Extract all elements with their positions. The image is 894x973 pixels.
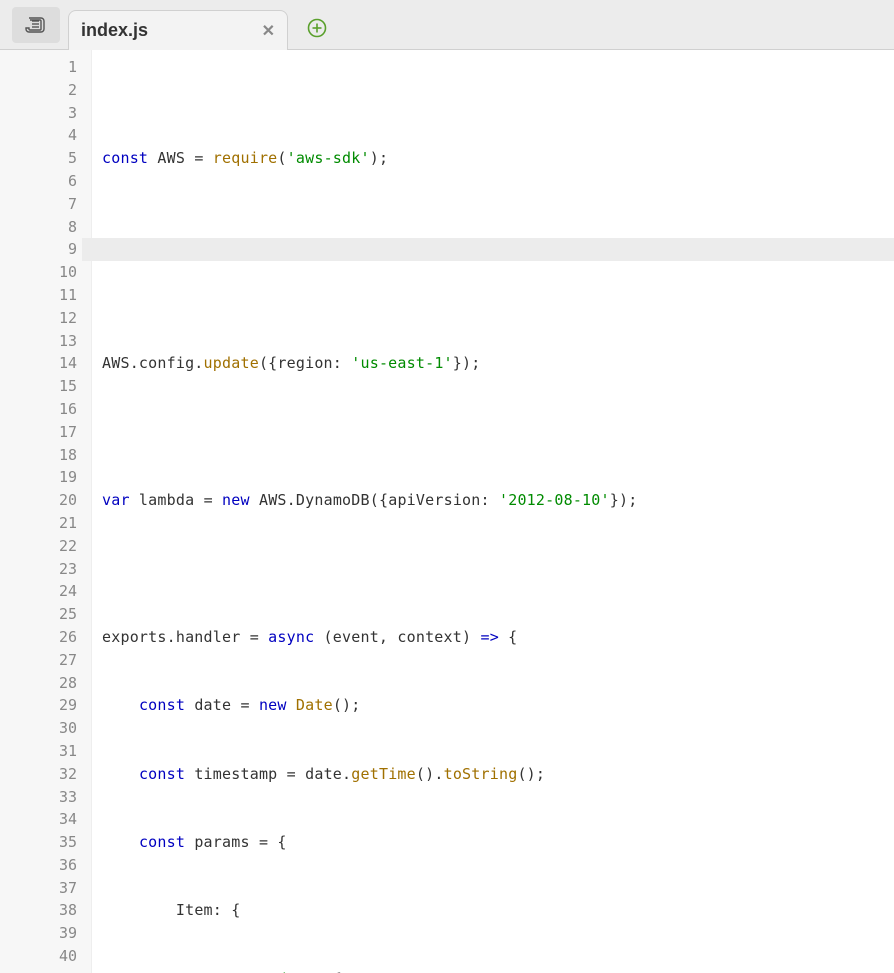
line-number: 37 — [0, 877, 77, 900]
line-number: 3 — [0, 102, 77, 125]
tab-bar: index.js ✕ — [0, 0, 894, 50]
line-number: 20 — [0, 489, 77, 512]
line-number: 7 — [0, 193, 77, 216]
scroll-icon[interactable] — [12, 7, 60, 43]
editor-window: index.js ✕ 12345678910111213141516171819… — [0, 0, 894, 973]
line-number: 30 — [0, 717, 77, 740]
tab-title: index.js — [81, 20, 148, 41]
line-number: 34 — [0, 808, 77, 831]
scroll-icon-svg — [25, 16, 47, 34]
line-number: 21 — [0, 512, 77, 535]
add-tab-button[interactable] — [302, 13, 332, 43]
line-number: 29 — [0, 694, 77, 717]
line-number: 26 — [0, 626, 77, 649]
line-number: 19 — [0, 466, 77, 489]
line-number: 5 — [0, 147, 77, 170]
line-number: 16 — [0, 398, 77, 421]
line-number-gutter: 1234567891011121314151617181920212223242… — [0, 50, 92, 973]
line-number: 40 — [0, 945, 77, 968]
line-number: 27 — [0, 649, 77, 672]
line-number: 13 — [0, 330, 77, 353]
line-number: 11 — [0, 284, 77, 307]
line-number: 33 — [0, 786, 77, 809]
close-icon[interactable]: ✕ — [262, 21, 275, 41]
line-number: 25 — [0, 603, 77, 626]
line-number: 15 — [0, 375, 77, 398]
line-number: 9 — [0, 238, 77, 261]
line-number: 8 — [0, 216, 77, 239]
line-number: 12 — [0, 307, 77, 330]
line-number: 14 — [0, 352, 77, 375]
editor: 1234567891011121314151617181920212223242… — [0, 50, 894, 973]
line-number: 36 — [0, 854, 77, 877]
line-number: 2 — [0, 79, 77, 102]
line-number: 6 — [0, 170, 77, 193]
line-number: 39 — [0, 922, 77, 945]
line-number: 32 — [0, 763, 77, 786]
line-number: 4 — [0, 124, 77, 147]
tab-index-js[interactable]: index.js ✕ — [68, 10, 288, 50]
line-number: 28 — [0, 672, 77, 695]
code-area[interactable]: const AWS = require('aws-sdk'); AWS.conf… — [92, 50, 894, 973]
current-line-highlight — [82, 238, 894, 261]
line-number: 38 — [0, 899, 77, 922]
line-number: 22 — [0, 535, 77, 558]
plus-icon — [307, 18, 327, 38]
line-number: 35 — [0, 831, 77, 854]
line-number: 24 — [0, 580, 77, 603]
line-number: 18 — [0, 444, 77, 467]
keyword-const: const — [102, 149, 148, 167]
line-number: 10 — [0, 261, 77, 284]
line-number: 1 — [0, 56, 77, 79]
line-number: 17 — [0, 421, 77, 444]
line-number: 31 — [0, 740, 77, 763]
line-number: 23 — [0, 558, 77, 581]
